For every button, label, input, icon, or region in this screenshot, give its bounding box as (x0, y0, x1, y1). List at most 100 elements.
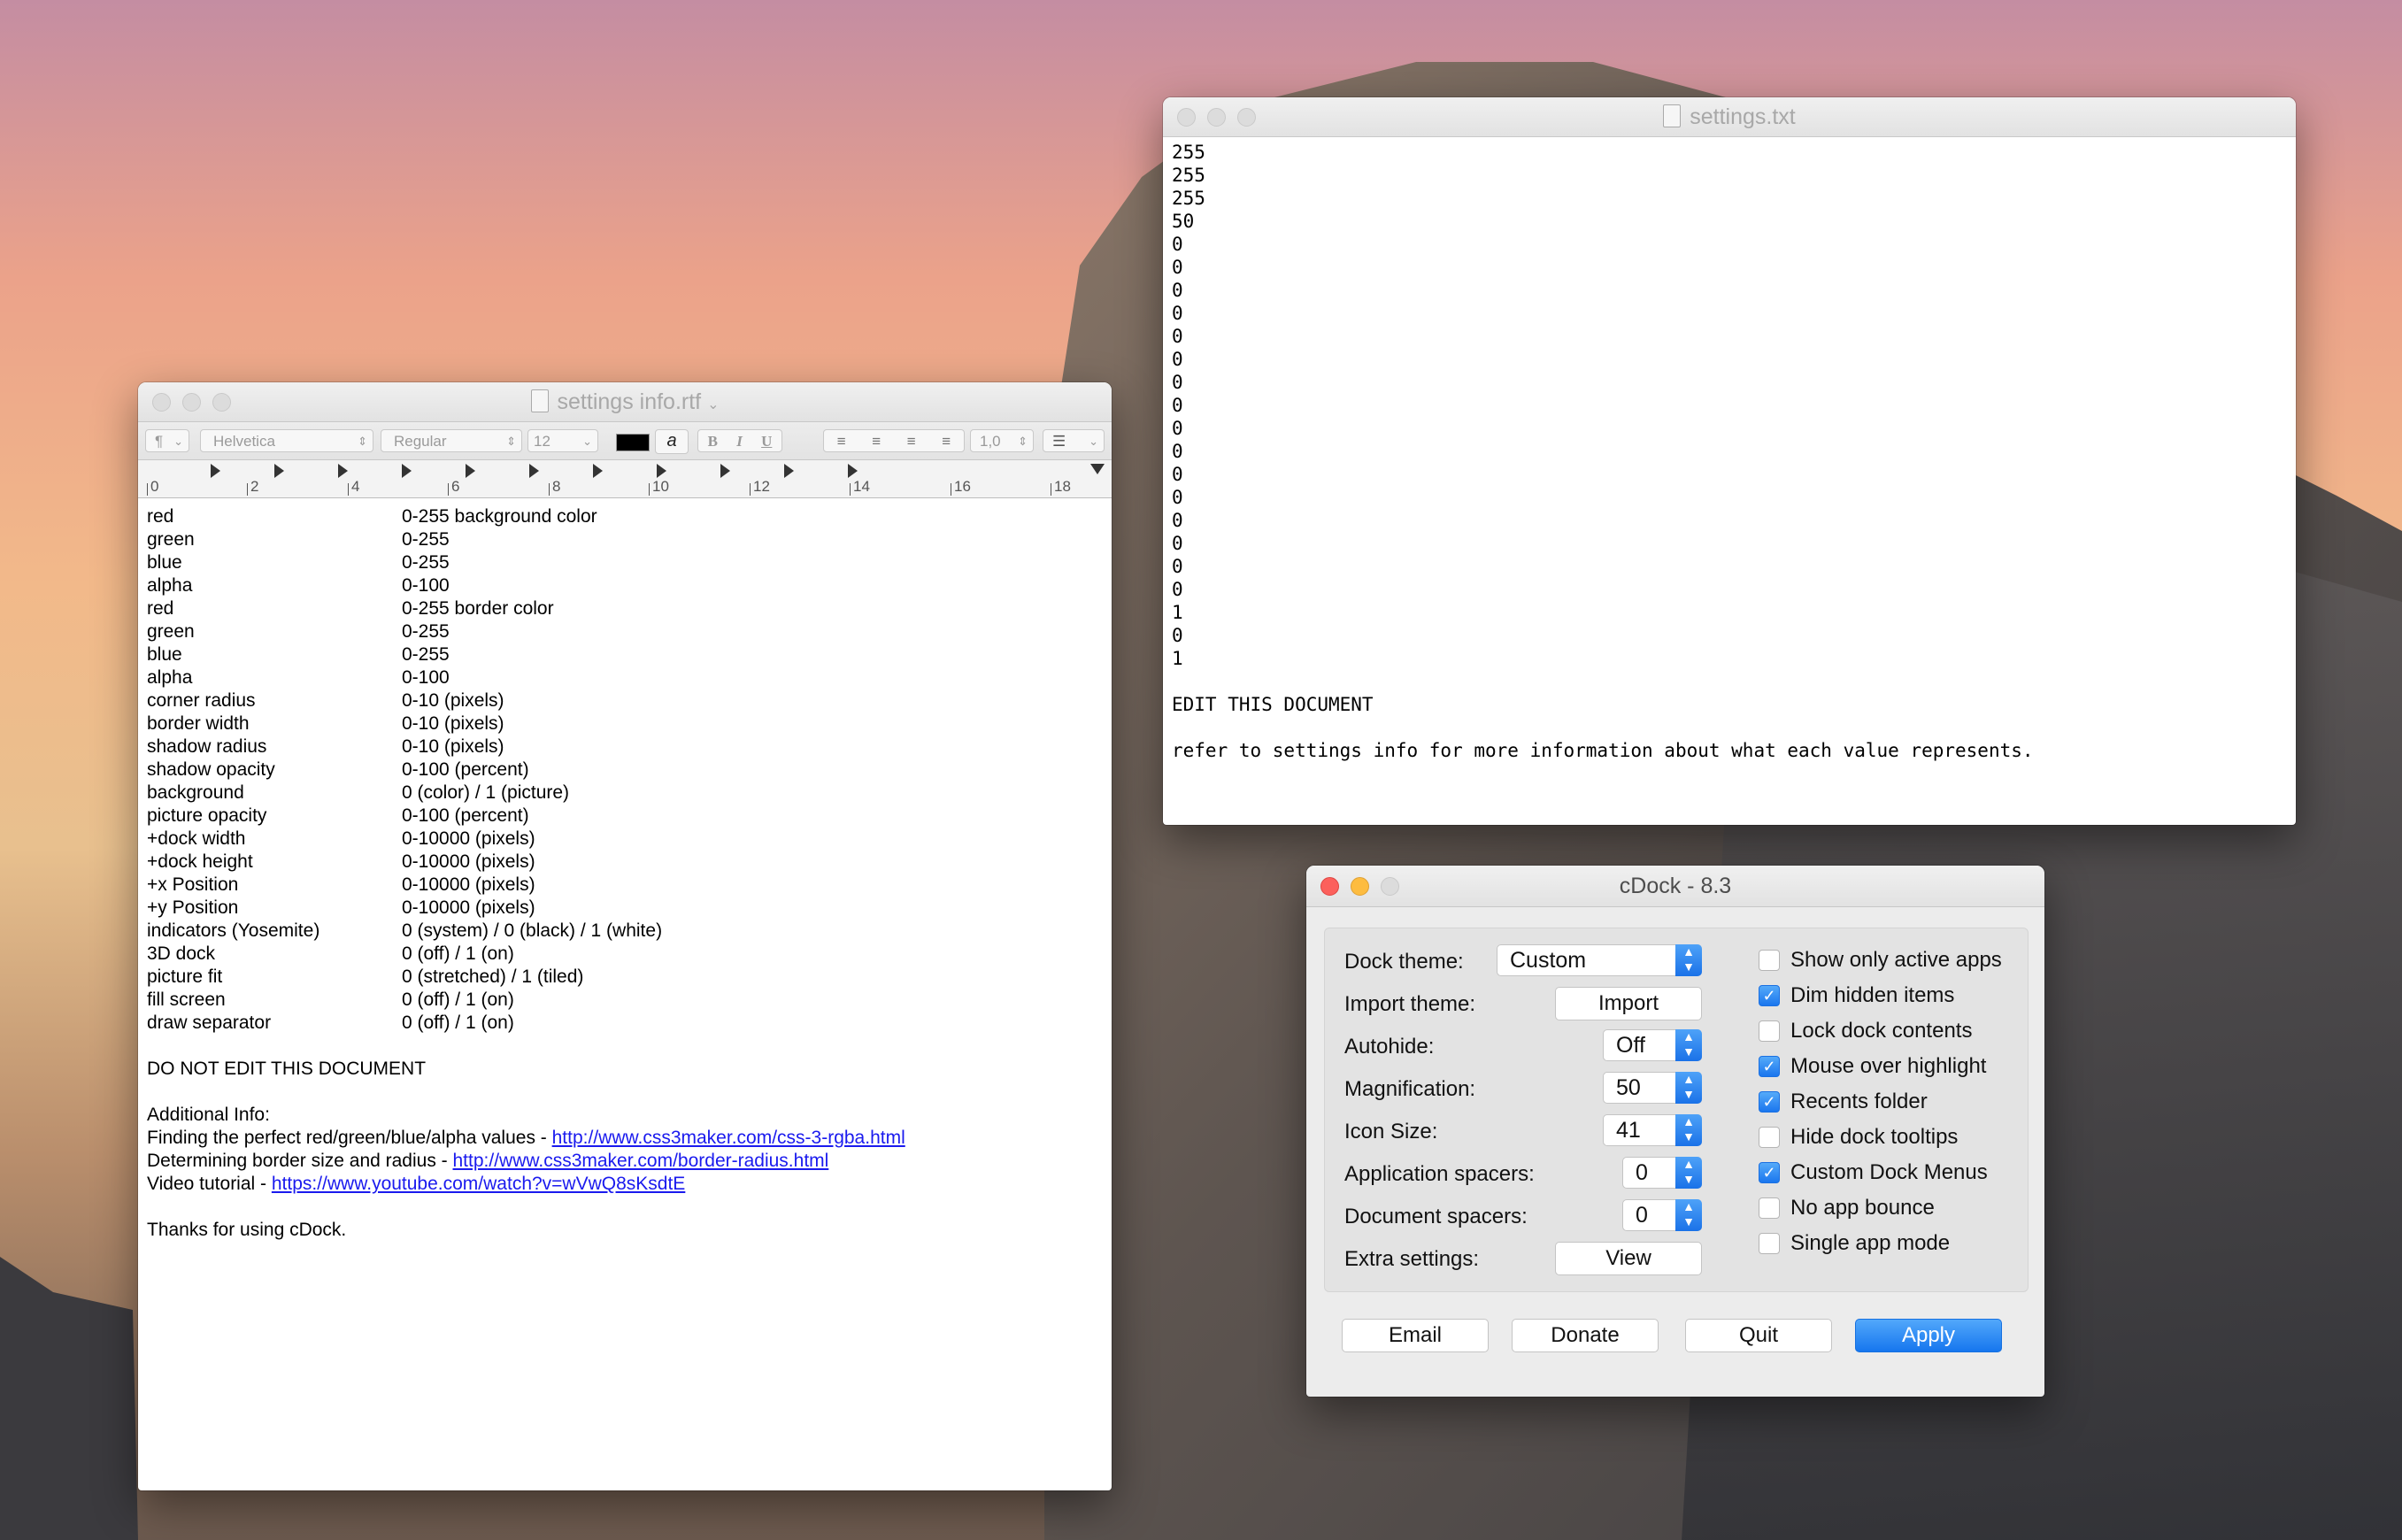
autohide-popup[interactable]: Off ▲ ▼ (1603, 1029, 1702, 1061)
checkbox-box[interactable] (1759, 1020, 1780, 1042)
list-item: +dock width 0-10000 (pixels) (147, 828, 1112, 851)
checkbox-box[interactable] (1759, 950, 1780, 971)
video-tutorial-link[interactable]: https://www.youtube.com/watch?v=wVwQ8sKs… (272, 1174, 685, 1194)
setting-desc: 0-255 (402, 644, 450, 665)
value-line: 0 (1172, 487, 1183, 508)
tab-stop[interactable] (466, 464, 475, 478)
paragraph-styles-popup[interactable]: ¶ ⌄ (145, 429, 189, 452)
highlight-color-well[interactable]: a (655, 429, 689, 454)
up-down-arrows-icon[interactable]: ▲ ▼ (1675, 1114, 1702, 1146)
checkmark-icon[interactable]: ✓ (1759, 985, 1780, 1006)
lock-dock-contents-checkbox[interactable]: Lock dock contents (1759, 1019, 1972, 1043)
tab-stop[interactable] (338, 464, 348, 478)
window-title-text: settings info.rtf (557, 389, 702, 414)
checkbox-label: No app bounce (1790, 1196, 1935, 1220)
mouse-over-highlight-checkbox[interactable]: ✓ Mouse over highlight (1759, 1054, 1986, 1079)
ruler-number: 18 (1054, 478, 1071, 495)
setting-desc: 0-100 (402, 575, 450, 596)
font-style-popup[interactable]: Regular ⇕ (381, 429, 522, 452)
setting-name: fill screen (147, 989, 226, 1010)
settings-txt-window: settings.txt 255 255 255 50 0 0 0 0 0 0 0 0 0 0 0 0 0 0 0 0… (1163, 97, 2296, 825)
checkbox-box[interactable] (1759, 1197, 1780, 1219)
setting-name: +dock width (147, 828, 246, 849)
border-radius-link[interactable]: http://www.css3maker.com/border-radius.h… (453, 1151, 829, 1171)
font-size-combo[interactable]: 12 ⌄ (527, 429, 598, 452)
tab-stop[interactable] (720, 464, 730, 478)
up-down-arrows-icon: ⇕ (1018, 435, 1028, 448)
underline-button[interactable]: U (761, 430, 772, 451)
view-button[interactable]: View (1555, 1242, 1702, 1275)
list-item: red 0-255 background color (147, 505, 1112, 528)
list-item: corner radius 0-10 (pixels) (147, 689, 1112, 712)
magnification-stepper[interactable]: 50 ▲ ▼ (1603, 1072, 1702, 1104)
tab-stop[interactable] (529, 464, 539, 478)
setting-desc: 0-255 (402, 621, 450, 642)
align-left-icon[interactable]: ≡ (837, 430, 846, 451)
setting-name: indicators (Yosemite) (147, 920, 320, 941)
setting-desc: 0-255 background color (402, 506, 597, 527)
donate-button[interactable]: Donate (1512, 1319, 1659, 1352)
custom-dock-menus-checkbox[interactable]: ✓ Custom Dock Menus (1759, 1160, 1988, 1185)
font-family-popup[interactable]: Helvetica ⇕ (200, 429, 373, 452)
line-spacing-popup[interactable]: 1,0 ⇕ (970, 429, 1034, 452)
tab-stop[interactable] (848, 464, 858, 478)
single-app-mode-checkbox[interactable]: Single app mode (1759, 1231, 1950, 1256)
up-down-arrows-icon[interactable]: ▲ ▼ (1675, 1157, 1702, 1189)
quit-button[interactable]: Quit (1685, 1319, 1832, 1352)
tab-stop[interactable] (402, 464, 412, 478)
list-item: shadow opacity 0-100 (percent) (147, 758, 1112, 782)
ruler-number: 16 (954, 478, 971, 495)
tab-stop[interactable] (593, 464, 603, 478)
tab-stop[interactable] (657, 464, 666, 478)
checkbox-label: Single app mode (1790, 1231, 1951, 1255)
align-center-icon[interactable]: ≡ (872, 430, 881, 451)
ruler[interactable]: 0 2 4 6 8 10 12 14 16 18 (138, 460, 1112, 498)
text-color-well[interactable] (616, 434, 650, 451)
refer-line: refer to settings info for more informat… (1172, 740, 2034, 761)
up-down-arrows-icon[interactable]: ▲ ▼ (1675, 1199, 1702, 1231)
show-only-active-apps-checkbox[interactable]: Show only active apps (1759, 948, 2002, 973)
no-app-bounce-checkbox[interactable]: No app bounce (1759, 1196, 1935, 1220)
list-item: +dock height 0-10000 (pixels) (147, 851, 1112, 874)
setting-name: picture fit (147, 966, 223, 987)
hide-dock-tooltips-checkbox[interactable]: Hide dock tooltips (1759, 1125, 1958, 1150)
up-down-arrows-icon: ⇕ (358, 435, 367, 448)
checkmark-icon[interactable]: ✓ (1759, 1056, 1780, 1077)
checkbox-box[interactable] (1759, 1127, 1780, 1148)
chevron-down-icon: ⌄ (582, 435, 592, 448)
icon-size-stepper[interactable]: 41 ▲ ▼ (1603, 1114, 1702, 1146)
chevron-down-icon[interactable]: ⌄ (707, 397, 719, 412)
tab-stop[interactable] (211, 464, 220, 478)
document-spacers-stepper[interactable]: 0 ▲ ▼ (1622, 1199, 1702, 1231)
align-justify-icon[interactable]: ≡ (942, 430, 951, 451)
tab-stop[interactable] (274, 464, 284, 478)
application-spacers-stepper[interactable]: 0 ▲ ▼ (1622, 1157, 1702, 1189)
apply-button[interactable]: Apply (1855, 1319, 2002, 1352)
dock-theme-popup[interactable]: Custom ▲ ▼ (1497, 944, 1702, 976)
dim-hidden-items-checkbox[interactable]: ✓ Dim hidden items (1759, 983, 1954, 1008)
txt-titlebar[interactable]: settings.txt (1163, 97, 2296, 137)
tab-stop[interactable] (784, 464, 794, 478)
italic-button[interactable]: I (736, 430, 743, 451)
import-button[interactable]: Import (1555, 987, 1702, 1020)
email-button[interactable]: Email (1342, 1319, 1489, 1352)
rgba-link[interactable]: http://www.css3maker.com/css-3-rgba.html (552, 1128, 905, 1148)
rtf-document-body[interactable]: red 0-255 background color green 0-255 blu… (138, 498, 1112, 1242)
cdock-titlebar[interactable]: cDock - 8.3 (1306, 866, 2044, 907)
value-line: 0 (1172, 257, 1183, 278)
checkmark-icon[interactable]: ✓ (1759, 1091, 1780, 1113)
checkbox-box[interactable] (1759, 1233, 1780, 1254)
up-down-arrows-icon[interactable]: ▲ ▼ (1675, 1072, 1702, 1104)
txt-document-body[interactable]: 255 255 255 50 0 0 0 0 0 0 0 0 0 0 0 0 0 0 0 0 1 0 1 EDIT THIS … (1163, 137, 2296, 762)
rtf-titlebar[interactable]: settings info.rtf ⌄ (138, 382, 1112, 422)
document-icon (1663, 104, 1682, 127)
bold-button[interactable]: B (708, 430, 718, 451)
align-right-icon[interactable]: ≡ (907, 430, 916, 451)
list-popup[interactable]: ☰ ⌄ (1043, 429, 1105, 452)
list-item: blue 0-255 (147, 643, 1112, 666)
right-margin-marker[interactable] (1090, 464, 1105, 474)
checkmark-icon[interactable]: ✓ (1759, 1162, 1780, 1183)
highlight-glyph: a (666, 431, 677, 450)
recents-folder-checkbox[interactable]: ✓ Recents folder (1759, 1090, 1928, 1114)
list-item: green 0-255 (147, 528, 1112, 551)
